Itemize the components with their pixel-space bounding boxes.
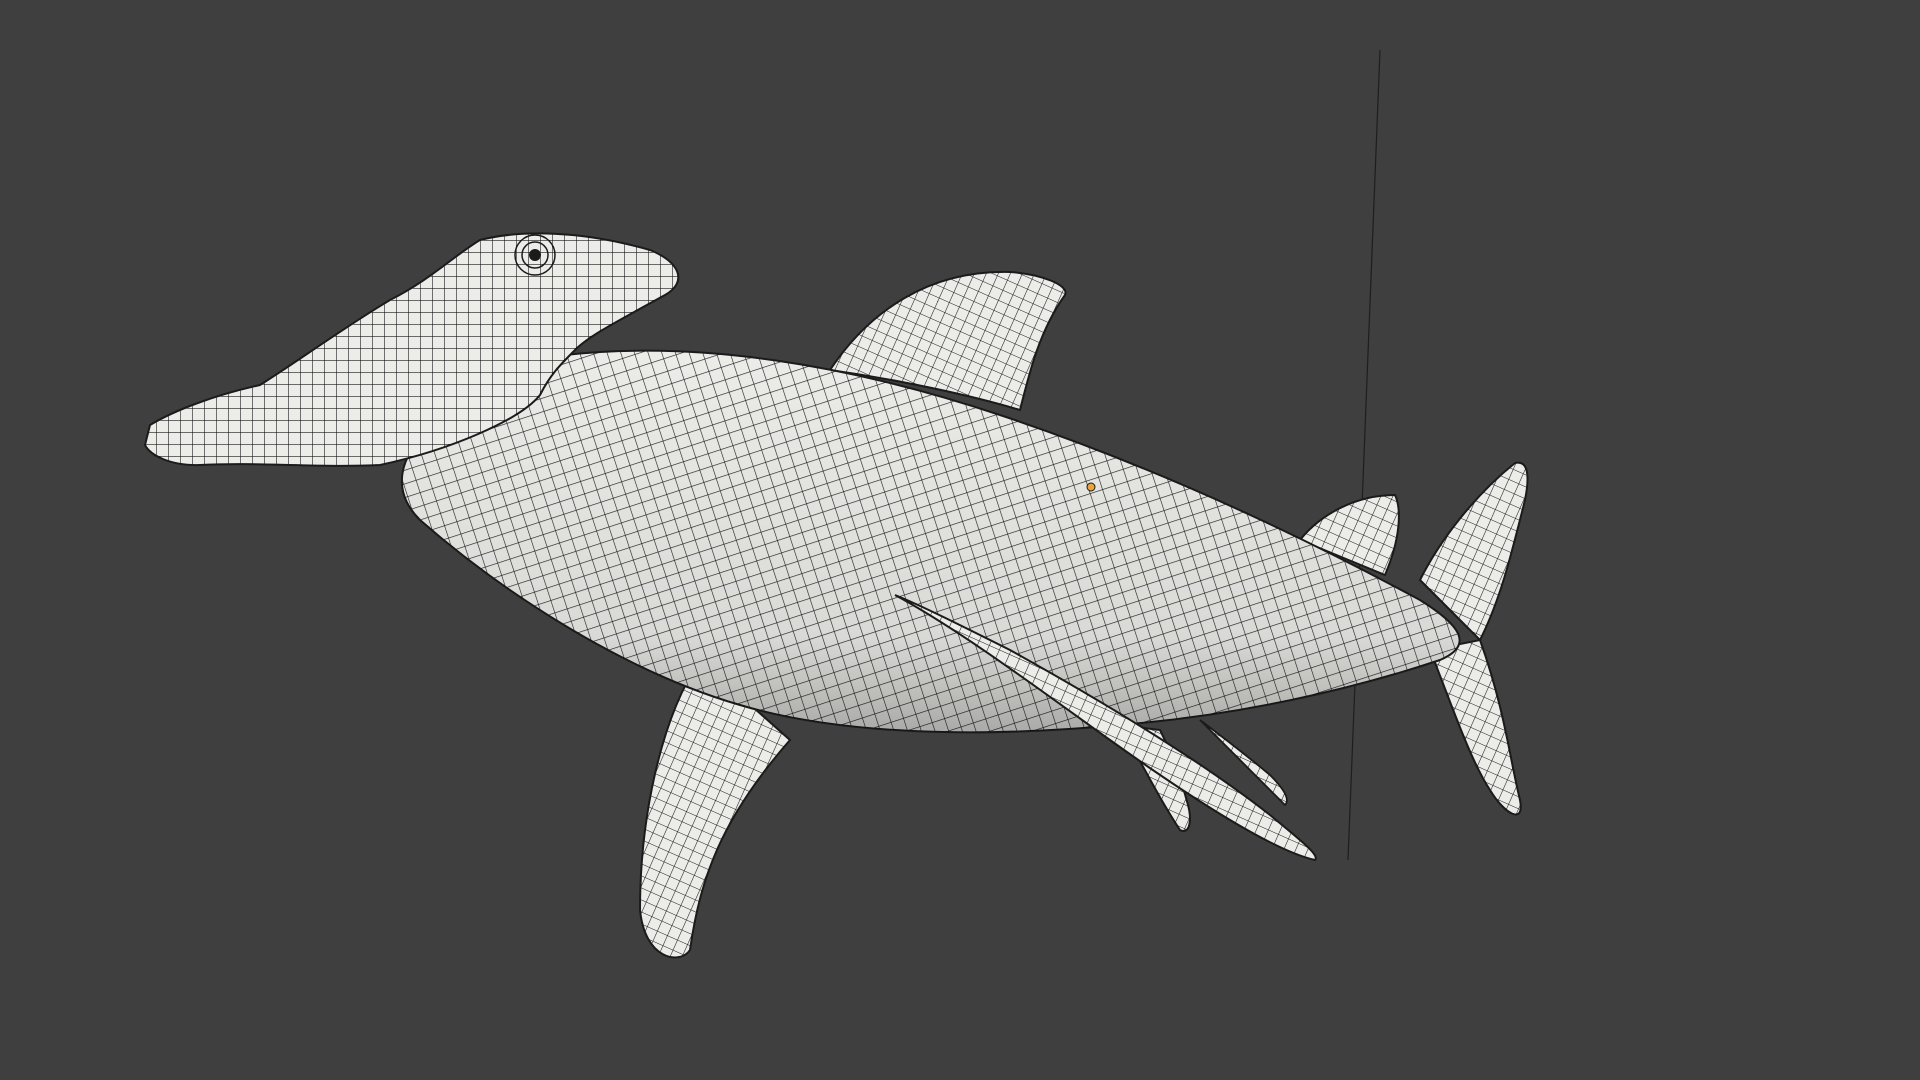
3d-viewport[interactable] bbox=[0, 0, 1920, 1080]
object-origin-dot-icon[interactable] bbox=[1086, 482, 1096, 492]
guide-line bbox=[1347, 49, 1381, 861]
caudal-fin-lower bbox=[1428, 638, 1522, 816]
viewport-canvas[interactable] bbox=[0, 0, 1920, 1080]
body-shading bbox=[401, 350, 1460, 733]
hammerhead-shark-mesh[interactable] bbox=[143, 232, 1529, 959]
